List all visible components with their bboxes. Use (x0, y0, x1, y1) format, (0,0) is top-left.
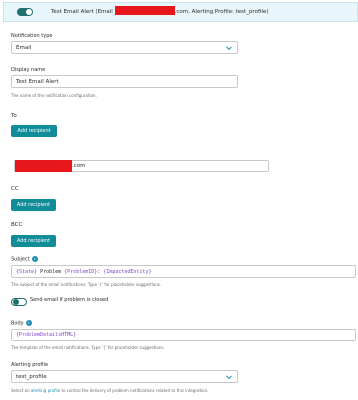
alerting-profile-link[interactable]: alerting profile (31, 388, 60, 393)
subject-text-problem: Problem (37, 268, 65, 275)
to-label: To (11, 113, 17, 119)
display-name-value: Test Email Alert (16, 78, 59, 85)
placeholder-impacted-entity: {ImpactedEntity} (103, 268, 152, 275)
to-recipient-input[interactable]: .com (14, 160, 269, 172)
header-title-start: Test Email Alert (Email (51, 9, 113, 15)
cc-add-recipient-button[interactable]: Add recipient (11, 199, 56, 211)
body-help: The template of the email notifications.… (11, 345, 165, 350)
to-recipient-suffix: .com (72, 163, 86, 169)
bcc-add-recipient-button[interactable]: Add recipient (11, 235, 56, 247)
info-icon[interactable]: i (25, 320, 32, 326)
alerting-profile-value: test_profile (16, 373, 47, 380)
redacted-recipient (15, 160, 72, 172)
notification-type-select[interactable]: Email (11, 41, 238, 54)
placeholder-problem-details-html: {ProblemDetailsHTML} (16, 332, 77, 338)
subject-input[interactable]: {State} Problem {ProblemID}: {ImpactedEn… (11, 265, 356, 278)
alerting-profile-help-start: Select an (11, 388, 30, 393)
display-name-input[interactable]: Test Email Alert (11, 75, 238, 88)
body-input[interactable]: {ProblemDetailsHTML} (11, 329, 356, 341)
alerting-profile-help-end: to control the delivery of problem notif… (61, 388, 209, 393)
subject-label: Subject i (11, 256, 38, 263)
to-add-recipient-button[interactable]: Add recipient (11, 125, 57, 137)
notification-type-label: Notification type (11, 33, 53, 39)
placeholder-state: {State} (16, 268, 38, 275)
chevron-down-icon (226, 372, 232, 379)
notification-header[interactable]: Test Email Alert (Email .com, Alerting P… (3, 2, 358, 22)
display-name-label: Display name (11, 67, 46, 73)
send-if-closed-toggle[interactable] (11, 298, 27, 306)
header-title-end: .com, Alerting Profile: test_profile) (174, 9, 269, 15)
body-label: Body i (11, 320, 32, 327)
alerting-profile-help: Select an alerting profile to control th… (11, 388, 208, 393)
info-icon[interactable]: i (31, 256, 38, 262)
alerting-profile-label: Alerting profile (11, 362, 49, 368)
body-label-text: Body (11, 320, 24, 327)
alerting-profile-select[interactable]: test_profile (11, 370, 238, 383)
send-if-closed-label: Send email if problem is closed (30, 297, 109, 303)
enabled-toggle[interactable] (17, 8, 33, 16)
header-title: Test Email Alert (Email .com, Alerting P… (51, 6, 269, 15)
notification-type-value: Email (16, 44, 32, 51)
placeholder-problem-id: {ProblemID} (64, 268, 98, 275)
subject-help: The subject of the email notifications. … (11, 282, 162, 287)
display-name-help: The name of the notification configurati… (11, 93, 97, 98)
subject-label-text: Subject (11, 256, 30, 263)
cc-label: CC (11, 186, 19, 192)
redacted-email (114, 6, 175, 15)
chevron-down-icon (226, 43, 232, 50)
bcc-label: BCC (11, 222, 23, 228)
toggle-knob (26, 9, 32, 15)
toggle-knob (13, 299, 19, 305)
